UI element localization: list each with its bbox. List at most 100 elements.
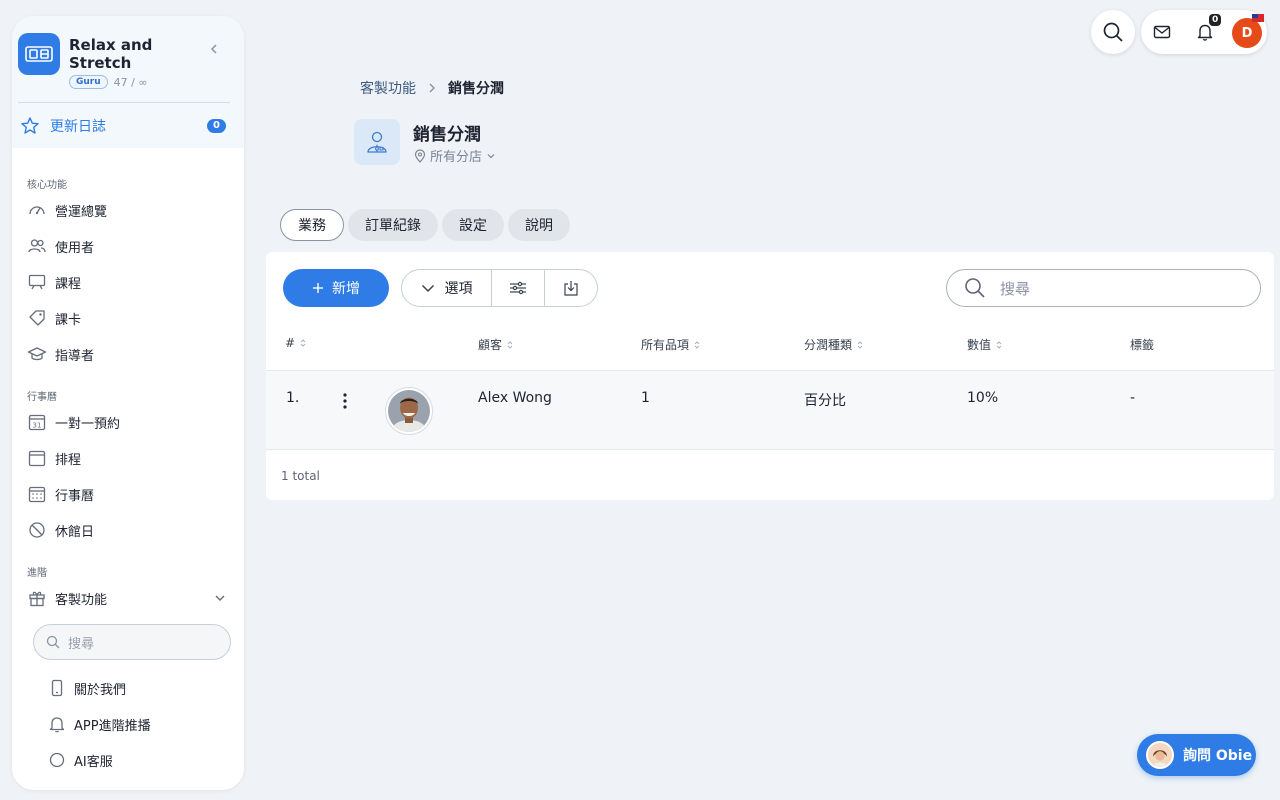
sidebar-item-calendar[interactable]: 行事曆: [12, 476, 244, 512]
tab-help[interactable]: 說明: [508, 209, 570, 241]
tier-badge: Guru: [69, 75, 108, 89]
calendar-31-icon: 31: [28, 414, 46, 431]
table-total: 1 total: [281, 469, 320, 483]
gift-icon: [29, 591, 45, 607]
changelog-link[interactable]: 更新日誌 0: [20, 116, 226, 136]
tab-bar: 業務 訂單紀錄 設定 說明: [280, 209, 570, 241]
sidebar-item-label: 排程: [55, 452, 82, 468]
calendar-grid-icon: [28, 486, 46, 503]
tab-settings[interactable]: 設定: [442, 209, 504, 241]
options-label: 選項: [444, 281, 473, 297]
column-header-index[interactable]: #: [285, 336, 306, 350]
customer-avatar: [385, 387, 433, 435]
sidebar-item-schedule[interactable]: 排程: [12, 440, 244, 476]
row-index: 1.: [286, 390, 300, 406]
sidebar-subitem-app-push[interactable]: APP進階推播: [12, 706, 244, 742]
items-count: 1: [641, 390, 650, 406]
section-title: 核心功能: [27, 180, 67, 191]
ask-obie-button[interactable]: 詢問 Obie: [1137, 734, 1256, 776]
column-label: #: [285, 336, 296, 350]
sidebar-item-users[interactable]: 使用者: [12, 228, 244, 264]
salesperson-icon: [367, 131, 387, 153]
sidebar-item-one-on-one[interactable]: 31 一對一預約: [12, 404, 244, 440]
content-panel: 新增 選項 搜尋 # 顧客 所有品項 分潤種類 數值 標籤 1. Alex Wo…: [266, 252, 1274, 500]
mail-icon[interactable]: [1153, 23, 1171, 41]
sidebar-search-placeholder: 搜尋: [68, 636, 95, 652]
column-label: 顧客: [478, 338, 503, 352]
changelog-count-badge: 0: [207, 119, 226, 133]
sidebar-item-label: 行事曆: [55, 488, 95, 504]
column-header-commission-type[interactable]: 分潤種類: [804, 336, 863, 353]
user-avatar[interactable]: D: [1232, 18, 1262, 48]
tab-business[interactable]: 業務: [280, 209, 344, 241]
search-icon: [1103, 22, 1123, 42]
options-dropdown[interactable]: 選項: [402, 270, 493, 306]
table-row[interactable]: 1. Alex Wong 1 百分比 10% -: [266, 370, 1274, 450]
page-icon: [354, 119, 400, 165]
page-title: 銷售分潤: [413, 125, 481, 145]
more-vertical-icon[interactable]: [342, 392, 348, 410]
sort-icon: [996, 340, 1002, 349]
table-search-input[interactable]: 搜尋: [946, 269, 1261, 307]
dashboard-icon: [29, 206, 45, 215]
chevron-down-icon: [215, 595, 225, 601]
users-icon: [28, 239, 46, 253]
table-search-placeholder: 搜尋: [1000, 279, 1031, 298]
sort-icon: [694, 340, 700, 349]
column-header-tags: 標籤: [1130, 336, 1154, 353]
top-actions: 0 D: [1141, 10, 1267, 54]
sidebar-item-dashboard[interactable]: 營運總覽: [12, 192, 244, 228]
sidebar-item-instructors[interactable]: 指導者: [12, 336, 244, 372]
breadcrumb-current: 銷售分潤: [448, 81, 504, 97]
location-pin-icon: [414, 148, 426, 163]
svg-text:31: 31: [33, 422, 42, 430]
sort-icon: [857, 340, 863, 349]
column-label: 標籤: [1130, 338, 1155, 352]
tab-order-records[interactable]: 訂單紀錄: [348, 209, 438, 241]
bell-icon: [49, 717, 65, 733]
sidebar-item-label: 指導者: [55, 348, 95, 364]
column-label: 所有品項: [641, 338, 690, 352]
ask-obie-label: 詢問 Obie: [1183, 748, 1253, 764]
sidebar-subitem-ai-support[interactable]: AI客服: [12, 742, 244, 778]
filter-button[interactable]: [492, 270, 545, 306]
column-header-customer[interactable]: 顧客: [478, 336, 513, 353]
brand-meta: Guru 47 / ∞: [69, 75, 148, 89]
graduation-cap-icon: [27, 347, 47, 361]
sidebar-subitem-label: AI客服: [74, 754, 113, 770]
breadcrumb-parent-link[interactable]: 客製功能: [360, 78, 416, 98]
customer-name[interactable]: Alex Wong: [478, 390, 552, 406]
column-label: 數值: [967, 338, 992, 352]
brand-logo[interactable]: [18, 33, 60, 75]
location-selector[interactable]: 所有分店: [414, 146, 496, 165]
flag-icon: [1252, 14, 1264, 22]
column-header-value[interactable]: 數值: [967, 336, 1002, 353]
notification-count-badge: 0: [1209, 14, 1222, 26]
brand-header: Relax and Stretch Guru 47 / ∞ 更新日誌 0: [12, 16, 244, 148]
chat-icon: [49, 752, 65, 768]
location-label: 所有分店: [430, 150, 483, 165]
chevron-right-icon: [429, 83, 435, 93]
sidebar-item-label: 課程: [55, 276, 82, 292]
sidebar-item-courses[interactable]: 課程: [12, 264, 244, 300]
sidebar-item-closed-days[interactable]: 休館日: [12, 512, 244, 548]
sidebar-subitem-about-us[interactable]: 關於我們: [12, 670, 244, 706]
sidebar-search-input[interactable]: 搜尋: [33, 624, 231, 660]
search-icon: [46, 635, 60, 649]
sidebar-item-label: 使用者: [55, 240, 95, 256]
sidebar-item-course-cards[interactable]: 課卡: [12, 300, 244, 336]
global-search-button[interactable]: [1091, 10, 1135, 54]
presentation-icon: [28, 274, 46, 290]
export-button[interactable]: [545, 270, 597, 306]
sliders-icon: [509, 281, 526, 295]
sidebar-item-label: 課卡: [55, 312, 82, 328]
column-header-items[interactable]: 所有品項: [641, 336, 700, 353]
row-tags: -: [1130, 390, 1136, 406]
calendar-icon: [28, 450, 46, 467]
search-icon: [965, 278, 985, 298]
collapse-sidebar-button[interactable]: [207, 42, 221, 56]
add-button[interactable]: 新增: [283, 269, 389, 307]
sidebar-subitem-label: APP進階推播: [74, 718, 151, 734]
sidebar-item-custom-features[interactable]: 客製功能: [12, 580, 244, 616]
column-label: 分潤種類: [804, 338, 853, 352]
